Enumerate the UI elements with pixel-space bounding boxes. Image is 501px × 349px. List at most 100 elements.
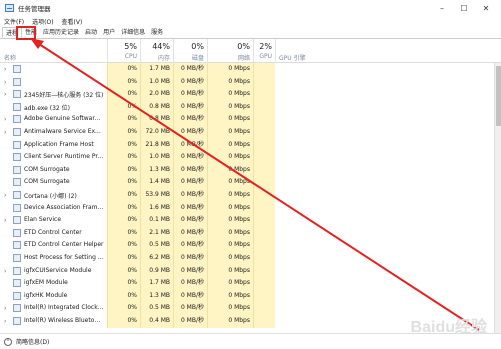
gpu-cell: [253, 126, 275, 139]
column-gpu[interactable]: 2% GPU: [253, 39, 275, 63]
process-row[interactable]: ETD Control Center 0% 2.1 MB 0 MB/秒 0 Mbps: [0, 226, 501, 240]
process-row[interactable]: › Elan Service 0% 0.1 MB 0 MB/秒 0 Mbps: [0, 214, 501, 227]
process-name: ETD Control Center Helper: [24, 241, 104, 249]
expand-chevron-icon[interactable]: ›: [4, 318, 6, 325]
task-manager-icon: [5, 4, 14, 12]
process-icon: [13, 77, 21, 86]
process-icon: [13, 115, 21, 124]
gpu-cell: [253, 113, 275, 126]
expand-chevron-icon[interactable]: ›: [4, 116, 6, 123]
menu-options[interactable]: 选项(O): [32, 17, 53, 26]
title-bar: 任务管理器 – ☐ ✕: [0, 0, 501, 16]
process-icon: [13, 228, 21, 237]
process-row[interactable]: › igfxCUIService Module 0% 0.9 MB 0 MB/秒 0 Mb…: [0, 264, 501, 278]
column-cpu[interactable]: 5% CPU: [107, 39, 140, 63]
gpu-cell: [253, 315, 275, 328]
process-icon: [13, 128, 21, 136]
process-row[interactable]: Application Frame Host 0% 21.8 MB 0 MB/秒 0 M…: [0, 138, 501, 152]
network-cell: 0 Mbps: [207, 63, 253, 76]
memory-cell: 72.0 MB: [140, 126, 173, 139]
process-row[interactable]: › 2345好压—核心服务 (32 位) 0% 2.0 MB 0 MB/秒 0 Mbps: [0, 88, 501, 101]
menu-file[interactable]: 文件(F): [4, 17, 24, 26]
collapse-icon[interactable]: ⌃: [4, 337, 12, 346]
expand-chevron-icon[interactable]: ›: [4, 305, 6, 312]
network-cell: 0 Mbps: [207, 239, 253, 252]
column-gpu-engine[interactable]: GPU 引擎: [275, 39, 335, 63]
process-name: Device Association Framewo...: [24, 203, 104, 211]
process-name: Cortana (小娜) (2): [24, 193, 77, 200]
tab-users[interactable]: 用户: [100, 27, 118, 38]
memory-cell: 1.3 MB: [140, 163, 173, 177]
cpu-cell: 0%: [107, 302, 140, 315]
fewer-details-link[interactable]: 简略信息(D): [16, 337, 49, 346]
column-network[interactable]: 0% 网络: [207, 39, 253, 63]
minimize-button[interactable]: –: [431, 0, 453, 16]
process-row[interactable]: igfxEM Module 0% 1.7 MB 0 MB/秒 0 Mbps: [0, 277, 501, 290]
gpu-engine-label: GPU 引擎: [279, 55, 306, 62]
network-cell: 0 Mbps: [207, 189, 253, 202]
expand-chevron-icon[interactable]: ›: [4, 268, 6, 275]
menu-view[interactable]: 查看(V): [62, 17, 83, 26]
memory-cell: 0.4 MB: [140, 315, 173, 328]
maximize-button[interactable]: ☐: [453, 0, 475, 16]
tab-details[interactable]: 详细信息: [118, 27, 148, 38]
process-name: Host Process for Setting Syn...: [24, 254, 104, 261]
memory-cell: 21.8 MB: [140, 138, 173, 152]
column-name[interactable]: 名称: [4, 53, 16, 62]
process-row[interactable]: › 0% 1.0 MB 0 MB/秒 0 Mbps: [0, 75, 501, 89]
gpu-cell: [253, 239, 275, 252]
network-cell: 0 Mbps: [207, 100, 253, 114]
process-row[interactable]: › Cortana (小娜) (2) 0% 53.9 MB 0 MB/秒 0 Mbps: [0, 189, 501, 202]
network-cell: 0 Mbps: [207, 113, 253, 126]
process-row[interactable]: ETD Control Center Helper 0% 0.5 MB 0 MB/秒 0…: [0, 239, 501, 252]
process-row[interactable]: igfxHK Module 0% 1.3 MB 0 MB/秒 0 Mbps: [0, 289, 501, 303]
cpu-cell: 0%: [107, 252, 140, 265]
gpu-cell: [253, 277, 275, 290]
process-row[interactable]: COM Surrogate 0% 1.3 MB 0 MB/秒 0 Mbps: [0, 163, 501, 177]
cpu-cell: 0%: [107, 151, 140, 164]
network-cell: 0 Mbps: [207, 75, 253, 89]
expand-chevron-icon[interactable]: ›: [4, 217, 6, 224]
network-cell: 0 Mbps: [207, 226, 253, 240]
expand-chevron-icon[interactable]: ›: [4, 66, 6, 73]
process-name: COM Surrogate: [24, 178, 70, 186]
tab-services[interactable]: 服务: [148, 27, 166, 38]
process-row[interactable]: Client Server Runtime Process0%1.0 MB0 M…: [0, 151, 501, 164]
process-row[interactable]: ›Adobe Genuine Software Int...0%0.8 MB0 …: [0, 113, 501, 126]
process-icon: [13, 178, 21, 187]
disk-cell: 0 MB/秒: [173, 277, 207, 290]
process-row[interactable]: adb.exe (32 位) 0% 0.8 MB 0 MB/秒 0 Mbps: [0, 100, 501, 114]
expand-chevron-icon[interactable]: ›: [4, 129, 6, 136]
process-icon: [13, 304, 21, 313]
gpu-cell: [253, 264, 275, 278]
cpu-total: 5%: [124, 42, 137, 51]
cpu-cell: 0%: [107, 138, 140, 152]
cpu-cell: 0%: [107, 163, 140, 177]
gpu-label: GPU: [259, 53, 272, 60]
tab-startup[interactable]: 启动: [82, 27, 100, 38]
process-row[interactable]: Device Association Framewo...0%1.6 MB0 M…: [0, 201, 501, 215]
memory-cell: 1.6 MB: [140, 201, 173, 215]
network-total: 0%: [237, 42, 250, 51]
process-row[interactable]: › 0% 1.7 MB 0 MB/秒 0 Mbps: [0, 63, 501, 76]
expand-chevron-icon[interactable]: ›: [4, 192, 6, 199]
disk-cell: 0 MB/秒: [173, 189, 207, 202]
expand-chevron-icon[interactable]: ›: [4, 79, 6, 86]
process-row[interactable]: › Antimalware Service Executa...0%72.0 MB…: [0, 126, 501, 139]
process-row[interactable]: Host Process for Setting Syn...0%6.2 MB0…: [0, 252, 501, 265]
close-button[interactable]: ✕: [475, 0, 497, 16]
process-row[interactable]: COM Surrogate 0% 1.4 MB 0 MB/秒 0 Mbps: [0, 176, 501, 189]
vertical-scrollbar[interactable]: [494, 63, 501, 333]
column-disk[interactable]: 0% 磁盘: [173, 39, 207, 63]
tab-app-history[interactable]: 应用历史记录: [40, 27, 82, 38]
column-memory[interactable]: 44% 内存: [140, 39, 173, 63]
process-icon: [13, 254, 21, 262]
memory-cell: 1.0 MB: [140, 151, 173, 164]
gpu-cell: [253, 176, 275, 189]
scrollbar-thumb[interactable]: [496, 66, 501, 126]
expand-chevron-icon[interactable]: ›: [4, 91, 6, 98]
gpu-cell: [253, 100, 275, 114]
process-icon: [13, 90, 21, 99]
disk-cell: 0 MB/秒: [173, 63, 207, 76]
highlight-box: [16, 26, 36, 40]
